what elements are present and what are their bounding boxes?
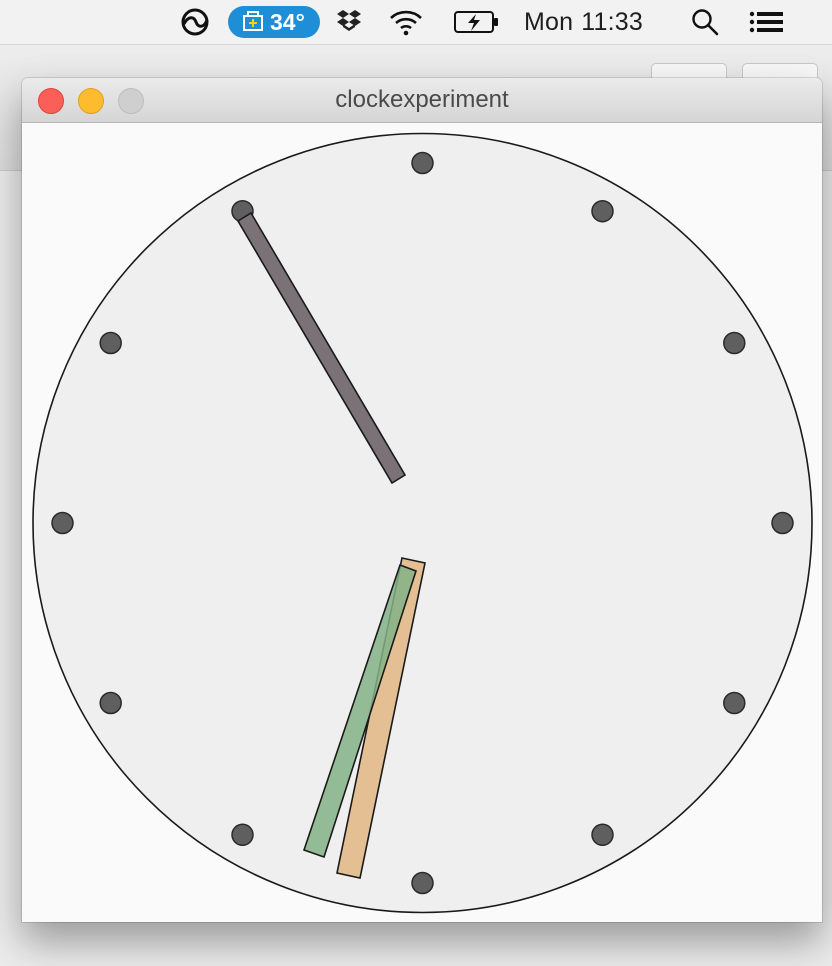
- hour-marker: [771, 511, 794, 535]
- hour-marker: [99, 331, 122, 355]
- notification-center-icon[interactable]: [748, 0, 786, 44]
- clock-face: [32, 132, 813, 914]
- creative-cloud-icon[interactable]: [176, 0, 214, 44]
- menu-bar: 34° Mon 11:33: [0, 0, 832, 45]
- clock-canvas: [22, 123, 822, 922]
- temperature-badge[interactable]: 34°: [228, 6, 320, 38]
- hour-marker: [723, 691, 746, 715]
- hour-marker: [591, 823, 614, 847]
- hour-marker: [723, 331, 746, 355]
- wifi-icon[interactable]: [388, 0, 424, 44]
- dropbox-icon[interactable]: [336, 0, 362, 44]
- hour-marker: [51, 511, 74, 535]
- hour-marker: [231, 823, 254, 847]
- menubar-day: Mon: [524, 7, 574, 36]
- battery-charging-icon[interactable]: [453, 0, 503, 44]
- spotlight-search-icon[interactable]: [690, 0, 720, 44]
- menubar-time: 11:33: [581, 7, 643, 36]
- hour-marker: [591, 199, 614, 223]
- app-window: clockexperiment: [22, 78, 822, 922]
- title-bar[interactable]: clockexperiment: [22, 78, 822, 123]
- menubar-clock[interactable]: Mon 11:33: [524, 0, 643, 44]
- temperature-value: 34°: [270, 8, 305, 35]
- window-title: clockexperiment: [335, 86, 509, 113]
- hour-marker: [411, 871, 434, 895]
- hour-marker: [99, 691, 122, 715]
- temperature-monitor-icon: [242, 11, 266, 33]
- clock-svg: [32, 132, 813, 914]
- hour-marker: [411, 151, 434, 175]
